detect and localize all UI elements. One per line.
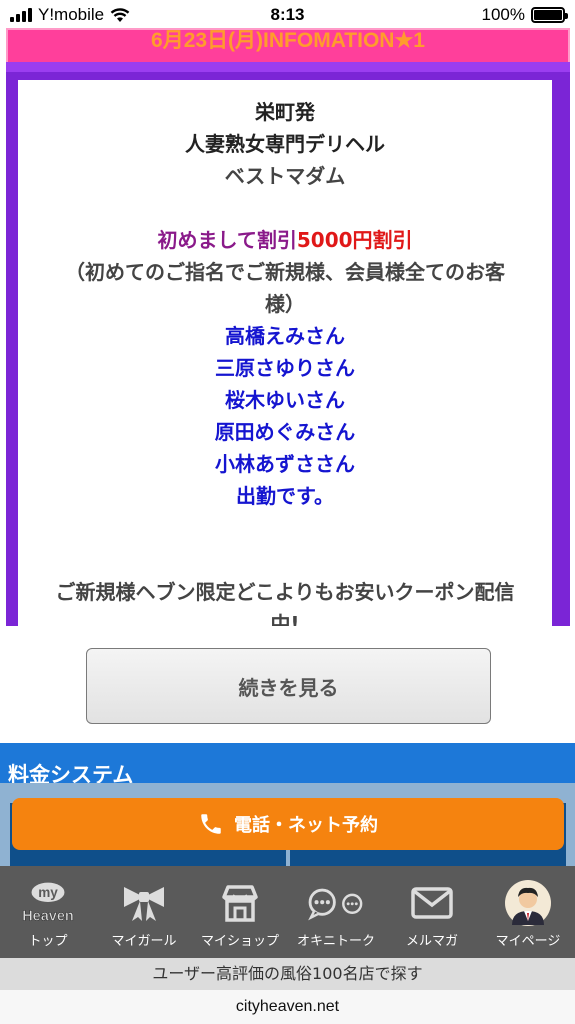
girl-name: 桜木ゆいさん — [225, 388, 345, 412]
girl-name: 原田めぐみさん — [214, 420, 356, 444]
tab-mail-magazine-label: メルマガ — [405, 934, 458, 949]
shop-search-link[interactable]: ユーザー高評価の風俗100名店で探す — [0, 958, 575, 990]
girl-name: 高橋えみさん — [225, 324, 345, 348]
ribbon-icon — [114, 880, 174, 926]
notice-shop-name: ベストマダム — [224, 164, 346, 188]
notice-line-genre: 人妻熟女専門デリヘル — [185, 132, 385, 156]
chat-bubbles-icon — [306, 880, 366, 926]
discount-label: 初めまして割引 — [157, 228, 297, 252]
bottom-tab-bar: my Heaven トップ マイガール マイショップ オキニトーク メルマガ マ… — [0, 866, 575, 958]
notice-body: 栄町発 人妻熟女専門デリヘル ベストマダム 初めまして割引5000円割引 （初め… — [18, 80, 552, 626]
battery-icon — [531, 7, 568, 23]
coupon-text-2: 中! — [270, 612, 300, 626]
svg-text:my: my — [38, 885, 58, 900]
tab-mail-magazine[interactable]: メルマガ — [384, 866, 480, 958]
tab-okini-talk[interactable]: オキニトーク — [288, 866, 384, 958]
tab-my-page[interactable]: マイページ — [480, 866, 575, 958]
girl-name: 三原さゆりさん — [215, 356, 355, 380]
battery-info: 100% — [481, 5, 568, 25]
discount-condition-2: 様） — [265, 292, 305, 316]
tab-top[interactable]: my Heaven トップ — [0, 866, 96, 958]
myheaven-logo-icon: my Heaven — [18, 880, 78, 926]
tab-my-shop[interactable]: マイショップ — [192, 866, 288, 958]
discount-value: 5000円割引 — [296, 228, 413, 252]
reserve-button-label: 電話・ネット予約 — [234, 815, 378, 836]
phone-net-reserve-button[interactable]: 電話・ネット予約 — [12, 798, 564, 850]
read-more-button[interactable]: 続きを見る — [86, 648, 491, 724]
attendance-text: 出勤です。 — [236, 484, 334, 508]
tab-my-shop-label: マイショップ — [200, 934, 279, 949]
tab-okini-talk-label: オキニトーク — [296, 934, 375, 949]
phone-icon — [201, 814, 221, 834]
info-banner: 6月23日(月)INFOMATION★1 — [6, 28, 570, 64]
user-avatar-icon — [498, 880, 558, 926]
battery-percent: 100% — [481, 5, 525, 24]
notice-frame: 栄町発 人妻熟女専門デリヘル ベストマダム 初めまして割引5000円割引 （初め… — [6, 62, 570, 626]
mail-icon — [402, 880, 462, 926]
info-banner-title: 6月23日(月)INFOMATION★1 — [151, 29, 425, 52]
tab-my-page-label: マイページ — [495, 934, 561, 949]
discount-line: 初めまして割引5000円割引 — [18, 224, 552, 256]
tab-my-girl[interactable]: マイガール — [96, 866, 192, 958]
discount-condition-1: （初めてのご指名でご新規様、会員様全てのお客 — [65, 260, 505, 284]
girl-name: 小林あずささん — [215, 452, 355, 476]
tab-top-label: トップ — [28, 934, 68, 949]
browser-url-bar[interactable]: cityheaven.net — [0, 990, 575, 1024]
notice-line-area: 栄町発 — [255, 100, 315, 124]
shop-icon — [210, 880, 270, 926]
coupon-text-1: ご新規様ヘブン限定どこよりもお安いクーポン配信 — [55, 580, 515, 604]
svg-text:Heaven: Heaven — [22, 908, 74, 924]
tab-my-girl-label: マイガール — [111, 934, 177, 949]
